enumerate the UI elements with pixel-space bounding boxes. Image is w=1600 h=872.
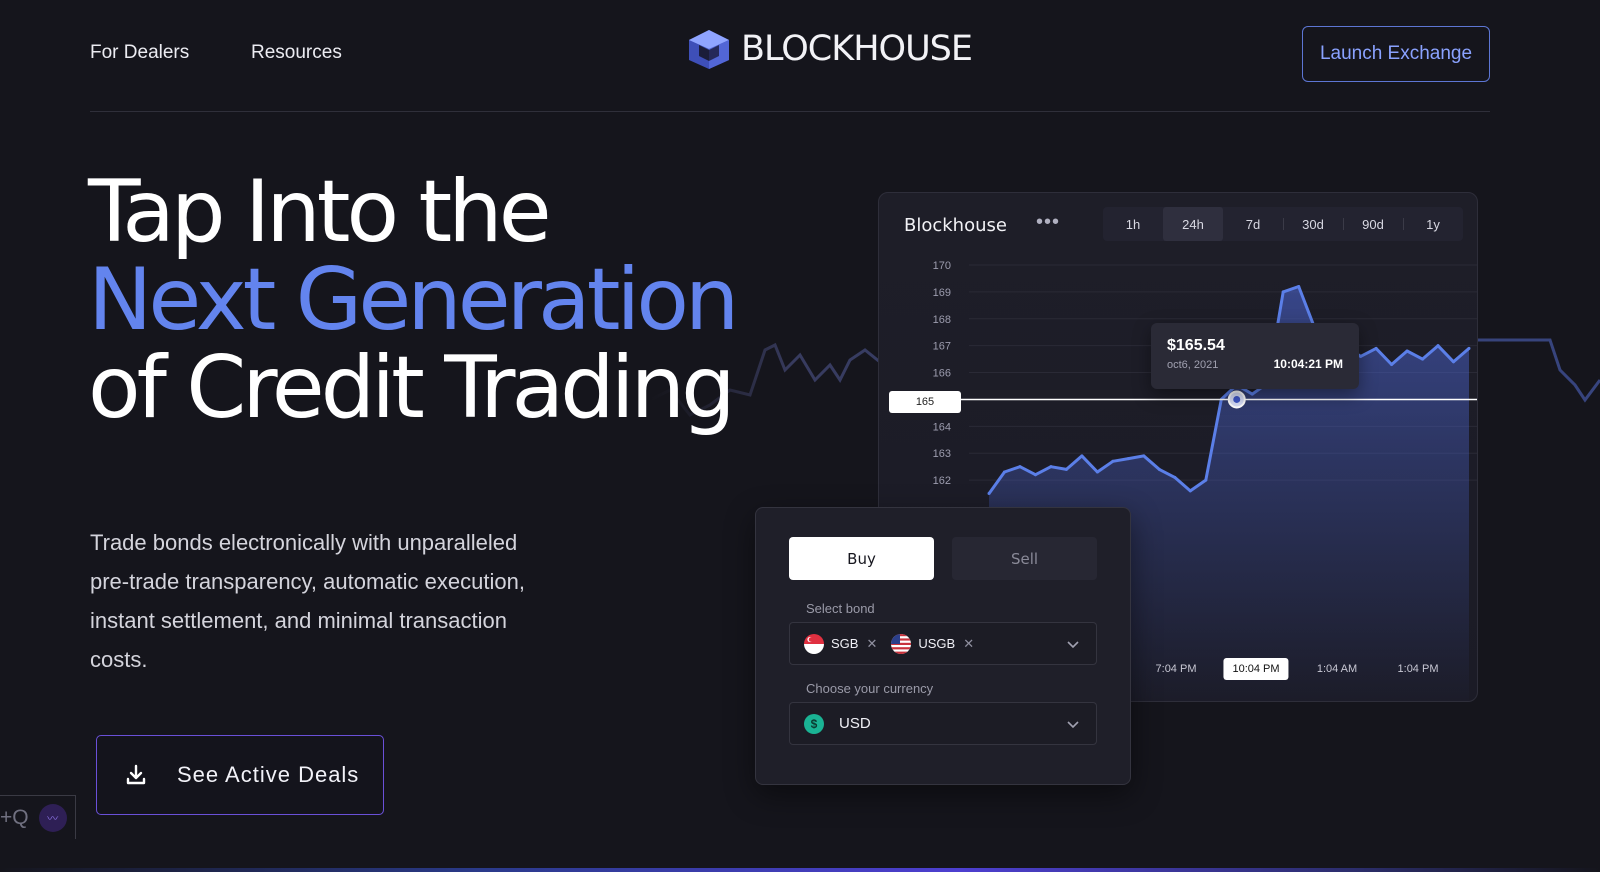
data-point [1111,459,1115,463]
bond-chip-label: USGB [918,636,956,651]
dollar-icon: $ [804,713,824,734]
data-point [1359,354,1363,358]
floating-widget[interactable]: +Q 〰 [0,795,76,839]
x-tick-label: 1:04 PM [1397,663,1439,675]
tab-range-1y[interactable]: 1y [1403,207,1463,241]
hero-title-line-2: Next Generation [88,250,739,350]
chart-brand-label: Blockhouse [904,215,1007,236]
data-point [1281,290,1285,294]
nav-for-dealers[interactable]: For Dealers [90,42,189,64]
hero-title-line-1: Tap Into the [88,162,552,262]
data-point [987,492,991,496]
cube-logo-icon [689,30,729,69]
see-active-deals-button[interactable]: See Active Deals [96,735,384,815]
sell-button[interactable]: Sell [952,537,1097,580]
data-point [1095,470,1099,474]
brand-logo[interactable]: BLOCKHOUSE [685,28,973,70]
select-bond-label: Select bond [806,601,875,616]
see-active-deals-label: See Active Deals [177,762,360,787]
y-tick-label: 168 [933,314,951,326]
data-point [1033,473,1037,477]
hero-title-line-3: of Credit Trading [88,338,736,438]
x-tick-label: 7:04 PM [1155,663,1197,675]
bond-chip-sgb: SGB ✕ [804,633,877,654]
data-point [1421,357,1425,361]
data-point [1002,470,1006,474]
data-point [1049,465,1053,469]
trade-panel: Buy Sell Select bond SGB ✕ USGB ✕ Choose… [755,507,1131,785]
data-point [1173,475,1177,479]
data-point [1452,360,1456,364]
waveform-icon[interactable]: 〰 [38,803,67,832]
currency-select[interactable]: $ USD [789,702,1097,745]
tab-range-30d[interactable]: 30d [1283,207,1343,241]
data-point [1250,392,1254,396]
currency-value: USD [839,715,871,732]
tab-range-7d[interactable]: 7d [1223,207,1283,241]
buy-sell-toggle: Buy Sell [789,537,1097,580]
singapore-flag-icon [804,633,824,654]
choose-currency-label: Choose your currency [806,681,934,696]
crosshair-marker-center [1233,395,1241,403]
y-tick-label: 170 [933,260,951,272]
download-icon [126,764,146,785]
time-range-tabs: 1h 24h 7d 30d 90d 1y [1103,207,1463,241]
bottom-glow-line [0,868,1600,872]
launch-exchange-button[interactable]: Launch Exchange [1302,26,1490,82]
bond-chip-usgb: USGB ✕ [891,633,974,654]
more-options-icon[interactable]: ••• [1036,211,1060,234]
data-point [1390,362,1394,366]
data-point [1142,454,1146,458]
data-point [1374,346,1378,350]
data-point [1405,349,1409,353]
data-point [1157,467,1161,471]
y-tick-label: 169 [933,287,951,299]
y-tick-label: 162 [933,475,951,487]
remove-usgb-icon[interactable]: ✕ [963,636,974,652]
data-point [1188,489,1192,493]
tooltip-price: $165.54 [1167,337,1225,354]
hero-description: Trade bonds electronically with unparall… [90,530,525,672]
nav-resources[interactable]: Resources [251,42,342,64]
tab-range-24h[interactable]: 24h [1163,207,1223,241]
x-tick-label-active: 10:04 PM [1223,658,1289,680]
crosshair-value-label: 165 [889,391,961,413]
y-tick-label: 163 [933,448,951,460]
data-point [1436,344,1440,348]
y-tick-label: 167 [933,341,951,353]
y-tick-label: 166 [933,368,951,380]
us-flag-icon [891,633,912,654]
buy-button[interactable]: Buy [789,537,934,580]
x-tick-label: 1:04 AM [1316,663,1358,675]
tab-range-90d[interactable]: 90d [1343,207,1403,241]
data-point [1297,285,1301,289]
tooltip-time: 10:04:21 PM [1273,357,1343,371]
remove-sgb-icon[interactable]: ✕ [866,636,877,652]
data-point [1064,467,1068,471]
chevron-down-icon [1067,641,1079,649]
tooltip-date: oct6, 2021 [1167,359,1219,371]
brand-wordmark: BLOCKHOUSE [741,29,973,69]
data-point [1467,346,1471,350]
data-point [1204,478,1208,482]
data-point [1018,465,1022,469]
y-tick-label: 164 [933,421,951,433]
data-point [1080,454,1084,458]
tab-range-1h[interactable]: 1h [1103,207,1163,241]
data-point [1126,457,1130,461]
bond-select[interactable]: SGB ✕ USGB ✕ [789,622,1097,665]
site-header: For Dealers Resources BLOCKHOUSE Launch … [90,0,1490,112]
widget-text: +Q [0,805,29,829]
bond-chip-label: SGB [831,636,859,651]
chevron-down-icon [1067,721,1079,729]
price-tooltip: $165.54 oct6, 2021 10:04:21 PM [1151,323,1359,389]
hero-title: Tap Into the Next Generation of Credit T… [88,162,739,438]
